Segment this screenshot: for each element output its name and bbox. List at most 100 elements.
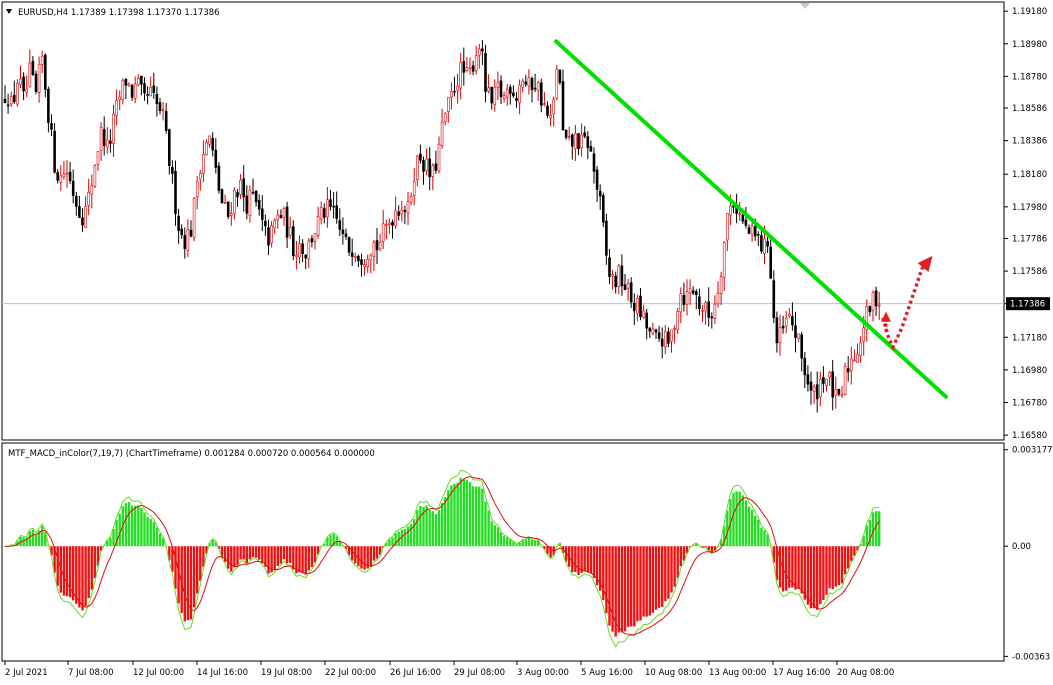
macd-bar <box>251 546 255 558</box>
candle-body <box>496 82 500 88</box>
candle-body <box>763 238 766 254</box>
macd-bar <box>301 546 304 574</box>
macd-bar <box>608 546 611 626</box>
candle-body <box>685 291 689 305</box>
candle-body <box>552 99 556 115</box>
candle-body <box>31 60 35 75</box>
candle-body <box>96 151 100 165</box>
candle-body <box>772 280 776 318</box>
candle-body <box>629 282 633 303</box>
macd-bar <box>475 486 478 547</box>
candle-body <box>691 290 695 294</box>
macd-bar <box>285 546 289 564</box>
macd-bar <box>416 510 419 547</box>
candle-body <box>3 98 7 104</box>
candle-body <box>840 394 844 397</box>
candle-body <box>623 284 627 291</box>
candle-body <box>251 191 255 194</box>
symbol-header: EURUSD,H4 1.17389 1.17398 1.17370 1.1738… <box>18 8 220 18</box>
candle-body <box>843 366 847 395</box>
candle-body <box>617 265 621 287</box>
candle-body <box>304 254 308 259</box>
time-tick-label: 7 Jul 08:00 <box>68 668 114 678</box>
candle-body <box>477 48 481 56</box>
macd-bar <box>22 537 25 547</box>
macd-bar <box>639 546 642 621</box>
candle-body <box>310 238 314 243</box>
candle-body <box>267 227 270 246</box>
candle-body <box>412 181 416 196</box>
candle-body <box>81 217 84 226</box>
candle-body <box>168 129 171 166</box>
macd-bar <box>146 516 149 547</box>
candle-body <box>502 95 506 99</box>
macd-bar <box>109 537 112 547</box>
macd-bar <box>763 530 766 547</box>
macd-bar <box>230 546 233 572</box>
indicator-header: MTF_MACD_inColor(7,19,7) (ChartTimeframe… <box>8 449 375 459</box>
macd-bar <box>431 511 434 547</box>
macd-bar <box>726 510 729 547</box>
candle-body <box>19 78 22 86</box>
candle-body <box>338 220 342 230</box>
candle-body <box>264 220 267 227</box>
candle-body <box>549 114 552 119</box>
candle-body <box>694 291 698 296</box>
macd-bar <box>236 546 239 566</box>
candle-body <box>428 158 432 178</box>
candle-body <box>322 208 326 218</box>
candle-body <box>242 178 245 198</box>
macd-bar <box>276 546 279 567</box>
candle-body <box>202 154 205 174</box>
candle-body <box>670 329 673 342</box>
candle-body <box>220 189 224 204</box>
candle-body <box>291 226 295 257</box>
candle-body <box>360 259 363 265</box>
macd-bar <box>788 546 791 588</box>
price-tick-label: 1.17180 <box>1012 333 1047 343</box>
macd-bar <box>654 546 658 610</box>
macd-bar <box>874 511 878 547</box>
candle-body <box>109 140 112 144</box>
macd-bar <box>760 527 763 547</box>
candle-body <box>676 311 680 331</box>
macd-bar <box>363 546 366 570</box>
macd-bar <box>571 546 574 573</box>
macd-bar <box>850 546 853 561</box>
macd-bar <box>149 518 152 547</box>
candle-body <box>211 137 214 151</box>
macd-bar <box>137 505 140 547</box>
candle-body <box>369 254 373 261</box>
candle-body <box>539 82 543 106</box>
time-tick-label: 10 Aug 08:00 <box>645 668 702 678</box>
candle-body <box>778 327 782 343</box>
macd-bar <box>825 546 828 595</box>
candle-body <box>645 312 649 329</box>
trading-chart-window[interactable]: EURUSD,H4 1.17389 1.17398 1.17370 1.1738… <box>0 0 1053 685</box>
candle-body <box>388 222 391 225</box>
macd-bar <box>375 546 379 559</box>
candle-body <box>316 216 320 236</box>
candle-body <box>493 86 497 105</box>
candle-body <box>65 172 69 175</box>
macd-bar <box>630 546 633 627</box>
candle-body <box>186 229 190 251</box>
macd-bar <box>41 526 44 547</box>
candle-body <box>512 92 515 97</box>
macd-bar <box>490 521 493 547</box>
macd-bar <box>834 546 837 587</box>
macd-bar <box>273 546 276 570</box>
macd-bar <box>134 505 137 547</box>
candle-body <box>378 242 382 250</box>
candle-body <box>698 296 701 309</box>
candle-body <box>47 88 50 123</box>
candle-body <box>558 69 562 83</box>
candle-body <box>353 256 357 258</box>
candle-body <box>468 66 472 69</box>
candle-body <box>106 139 109 148</box>
macd-bar <box>456 482 459 547</box>
candle-body <box>570 134 574 147</box>
macd-tick-label: 0.003177 <box>1012 446 1053 456</box>
candle-body <box>180 228 183 235</box>
candle-body <box>515 97 518 101</box>
